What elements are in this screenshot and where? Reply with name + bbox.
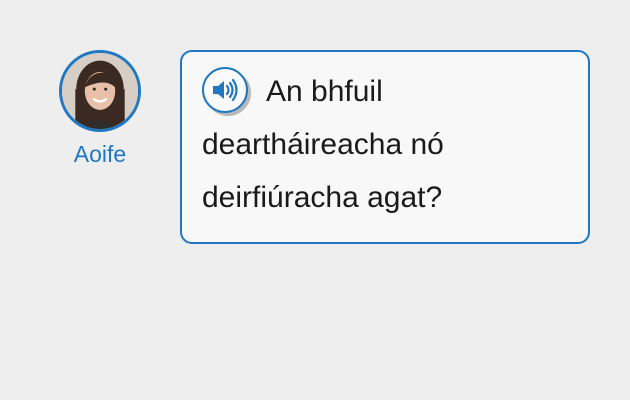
speaker-card: Aoife (55, 50, 145, 169)
speech-bubble: An bhfuil deartháireacha nó deirfiúracha… (180, 50, 590, 244)
speaker-volume-icon (213, 78, 238, 102)
person-photo-icon (62, 53, 138, 129)
audio-play-button[interactable] (202, 67, 248, 114)
speaker-name: Aoife (73, 141, 127, 167)
avatar (59, 50, 141, 132)
bubble-content: An bhfuil deartháireacha nó deirfiúracha… (202, 65, 568, 224)
